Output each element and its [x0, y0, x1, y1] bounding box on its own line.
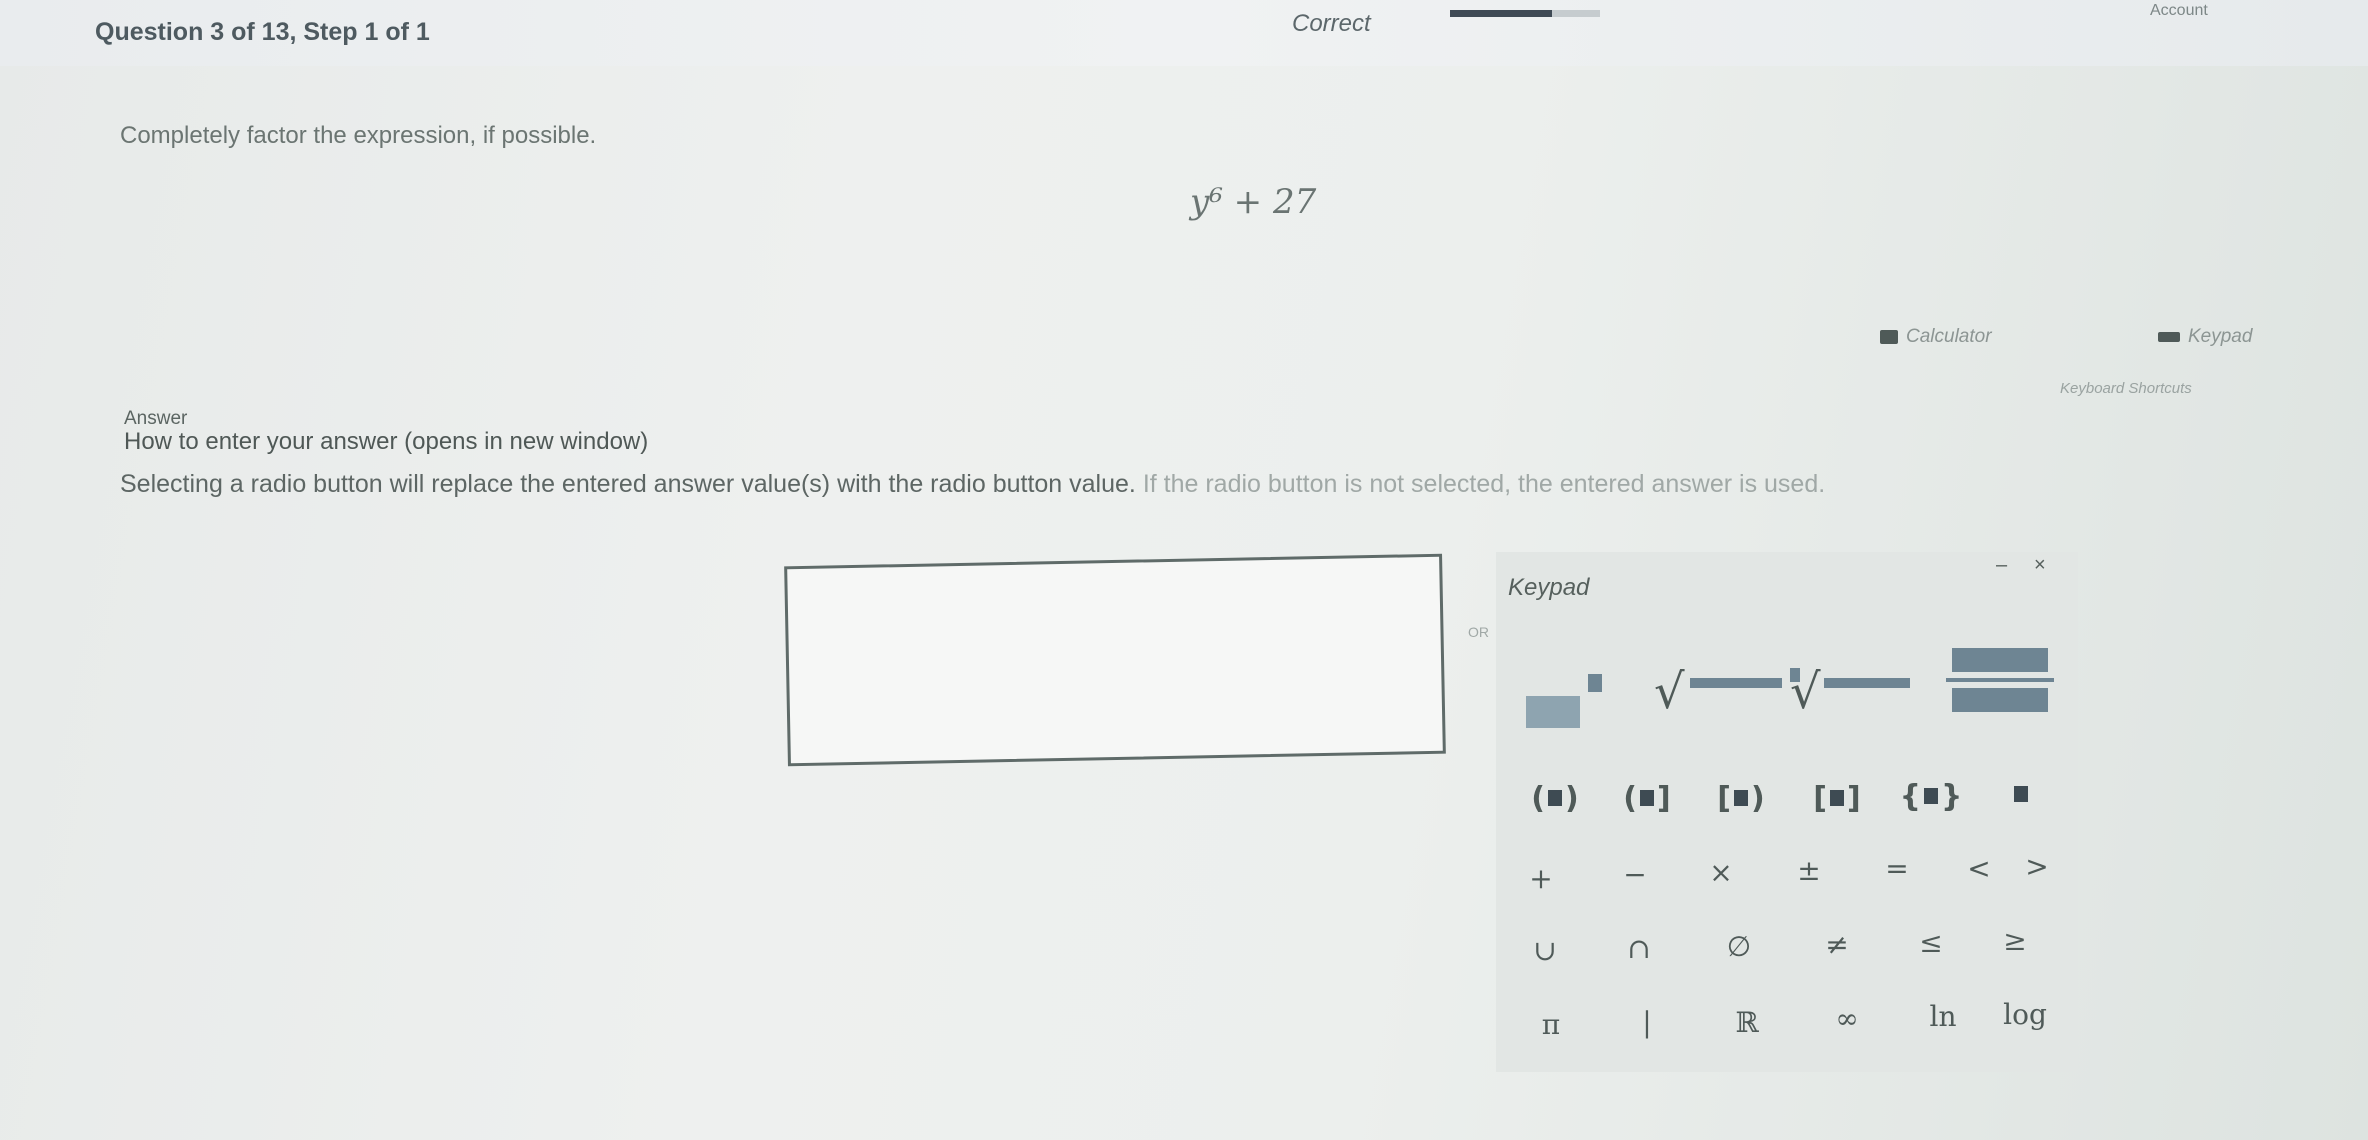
log-key[interactable]: log	[1990, 988, 2060, 1040]
union-key[interactable]: ∪	[1510, 924, 1580, 976]
radical-sign-icon: √	[1654, 664, 1685, 720]
math-expression: y⁶ + 27	[1190, 182, 1317, 222]
equals-key[interactable]: =	[1862, 842, 1932, 894]
base-box	[1526, 696, 1580, 728]
radio-instruction: Selecting a radio button will replace th…	[120, 470, 1825, 499]
top-bar: Question 3 of 13, Step 1 of 1 Correct Ac…	[0, 0, 2368, 66]
plus-key[interactable]: +	[1506, 852, 1576, 904]
minus-key[interactable]: −	[1600, 848, 1670, 900]
keypad-panel: Keypad – × √ √ () (] [) [] {} + − × ± = …	[1496, 552, 2078, 1072]
less-equal-key[interactable]: ≤	[1896, 916, 1966, 968]
intersection-key[interactable]: ∩	[1604, 922, 1674, 974]
nth-radicand-box	[1824, 678, 1910, 688]
fraction-bar	[1946, 678, 2054, 682]
keypad-close-button[interactable]: ×	[2034, 554, 2046, 577]
instruction-faded: If the radio button is not selected, the…	[1135, 470, 1826, 498]
not-equal-key[interactable]: ≠	[1802, 918, 1872, 970]
real-numbers-key[interactable]: ℝ	[1712, 996, 1782, 1048]
question-prompt: Completely factor the expression, if pos…	[120, 122, 597, 149]
radicand-box	[1690, 678, 1782, 688]
or-label: OR	[1468, 624, 1489, 640]
paren-open-closed-key[interactable]: (]	[1612, 772, 1682, 824]
keypad-title: Keypad	[1508, 574, 1590, 601]
pi-key[interactable]: π	[1516, 998, 1586, 1050]
keypad-button[interactable]: Keypad	[2158, 326, 2252, 348]
times-key[interactable]: ×	[1686, 846, 1756, 898]
numerator-box	[1952, 648, 2048, 672]
nth-radical-icon: √	[1790, 664, 1821, 720]
paren-open-open-key[interactable]: ()	[1520, 772, 1590, 824]
exponent-template-button[interactable]	[1526, 674, 1602, 733]
account-link[interactable]: Account	[2150, 2, 2208, 20]
progress-bar	[1450, 10, 1600, 17]
keypad-minimize-button[interactable]: –	[1996, 554, 2007, 577]
absolute-placeholder-key[interactable]	[1986, 768, 2056, 820]
answer-heading: Answer	[124, 408, 188, 429]
greater-than-key[interactable]: >	[2002, 840, 2072, 892]
square-root-template-button[interactable]: √	[1654, 664, 1794, 724]
instruction-main: Selecting a radio button will replace th…	[120, 470, 1136, 498]
denominator-box	[1952, 688, 2048, 712]
absolute-value-key[interactable]: |	[1612, 996, 1682, 1048]
calculator-icon	[1880, 330, 1898, 344]
bracket-closed-open-key[interactable]: [)	[1706, 772, 1776, 824]
how-to-enter-answer-link[interactable]: How to enter your answer (opens in new w…	[124, 428, 648, 456]
calculator-label: Calculator	[1906, 326, 1992, 347]
progress-fill	[1450, 10, 1552, 17]
empty-set-key[interactable]: ∅	[1704, 920, 1774, 972]
nth-root-template-button[interactable]: √	[1786, 664, 1926, 724]
question-step-title: Question 3 of 13, Step 1 of 1	[95, 18, 430, 46]
calculator-button[interactable]: Calculator	[1880, 326, 1992, 348]
fraction-template-button[interactable]	[1946, 648, 2056, 728]
braces-key[interactable]: {}	[1896, 770, 1966, 822]
natural-log-key[interactable]: ln	[1908, 990, 1978, 1042]
answer-input-box[interactable]	[784, 553, 1446, 767]
keyboard-shortcuts-link[interactable]: Keyboard Shortcuts	[2060, 380, 2192, 397]
greater-equal-key[interactable]: ≥	[1980, 914, 2050, 966]
exponent-box	[1588, 674, 1602, 692]
keypad-icon	[2158, 332, 2180, 342]
keypad-button-label: Keypad	[2188, 326, 2253, 347]
infinity-key[interactable]: ∞	[1812, 992, 1882, 1044]
plus-minus-key[interactable]: ±	[1774, 844, 1844, 896]
bracket-closed-closed-key[interactable]: []	[1802, 772, 1872, 824]
screen: Question 3 of 13, Step 1 of 1 Correct Ac…	[0, 0, 2368, 1140]
answer-status: Correct	[1292, 10, 1371, 37]
